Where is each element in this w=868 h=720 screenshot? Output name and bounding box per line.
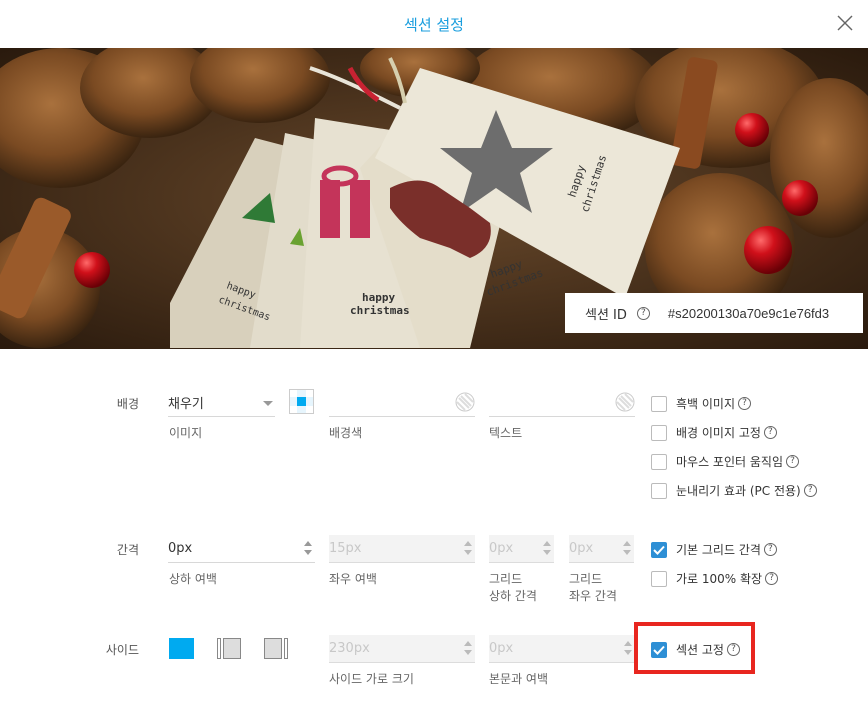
transparent-swatch-icon	[455, 392, 475, 412]
check-icon	[653, 545, 665, 555]
checkbox[interactable]	[651, 570, 667, 587]
stepper-icon[interactable]	[463, 640, 473, 656]
side-width-caption: 사이드 가로 크기	[329, 672, 414, 686]
option-fixed-bg[interactable]: 배경 이미지 고정 ?	[651, 424, 777, 441]
horizontal-padding-caption: 좌우 여백	[329, 572, 377, 586]
fill-select[interactable]: 채우기	[168, 389, 275, 417]
stepper-icon[interactable]	[542, 540, 552, 556]
caption-line: 그리드	[489, 572, 523, 586]
option-label: 눈내리기 효과 (PC 전용)	[676, 484, 801, 498]
section-id-box: 섹션 ID ? #s20200130a70e9c1e76fd3	[565, 293, 863, 333]
caption-line: 상하 간격	[489, 589, 537, 603]
option-mouse-parallax[interactable]: 마우스 포인터 움직임 ?	[651, 453, 799, 470]
transparent-swatch-icon	[615, 392, 635, 412]
option-label: 기본 그리드 간격	[676, 543, 761, 557]
side-left-option[interactable]	[217, 638, 241, 659]
stepper-icon[interactable]	[622, 540, 632, 556]
option-label: 배경 이미지 고정	[676, 426, 761, 440]
checkbox[interactable]	[651, 395, 667, 412]
checkbox[interactable]	[651, 424, 667, 441]
help-icon[interactable]: ?	[765, 572, 779, 585]
section-id-label: 섹션 ID	[585, 307, 627, 323]
background-row-label: 배경	[116, 397, 139, 411]
help-icon[interactable]: ?	[636, 306, 650, 320]
option-full-width[interactable]: 가로 100% 확장 ?	[651, 570, 779, 587]
image-picker-button[interactable]	[289, 389, 314, 414]
highlight-box	[634, 622, 755, 674]
side-margin-caption: 본문과 여백	[489, 672, 549, 686]
section-id-value[interactable]: #s20200130a70e9c1e76fd3	[668, 306, 829, 321]
checkbox[interactable]	[651, 453, 667, 470]
stepper-icon[interactable]	[463, 540, 473, 556]
grid-icon	[290, 390, 313, 413]
grid-vertical-gap-input[interactable]: 0px	[489, 535, 554, 563]
checkbox-checked[interactable]	[651, 541, 667, 558]
checkbox[interactable]	[651, 482, 667, 499]
option-grayscale[interactable]: 흑백 이미지 ?	[651, 395, 752, 412]
chevron-down-icon	[263, 401, 273, 406]
help-icon[interactable]: ?	[738, 397, 752, 410]
section-background-image: happy christmas happy christmas happy ch…	[0, 48, 868, 349]
bg-color-field[interactable]	[329, 389, 475, 417]
layout-left-icon	[217, 638, 241, 659]
side-row-label: 사이드	[105, 643, 139, 657]
vertical-padding-input[interactable]: 0px	[168, 535, 315, 563]
grid-horizontal-gap-caption: 그리드 좌우 간격	[569, 571, 617, 605]
option-default-grid-gap[interactable]: 기본 그리드 간격 ?	[651, 541, 777, 558]
side-none-option[interactable]	[169, 638, 194, 659]
fill-caption: 이미지	[169, 426, 203, 440]
option-label: 마우스 포인터 움직임	[676, 455, 783, 469]
text-color-caption: 텍스트	[489, 426, 523, 440]
dialog-header: 섹션 설정	[0, 0, 868, 48]
side-margin-input[interactable]: 0px	[489, 635, 635, 663]
help-icon[interactable]: ?	[786, 455, 799, 468]
caption-line: 그리드	[569, 572, 603, 586]
side-right-option[interactable]	[264, 638, 288, 659]
close-icon	[837, 15, 853, 31]
layout-right-icon	[264, 638, 288, 659]
tag-text-3: happy	[362, 291, 395, 304]
option-label: 흑백 이미지	[676, 397, 736, 411]
tag-text-4: christmas	[350, 304, 410, 317]
spacing-row-label: 간격	[116, 543, 139, 557]
help-icon[interactable]: ?	[803, 484, 817, 497]
grid-horizontal-gap-input[interactable]: 0px	[569, 535, 634, 563]
option-label: 가로 100% 확장	[676, 572, 763, 586]
help-icon[interactable]: ?	[763, 426, 777, 439]
vertical-padding-caption: 상하 여백	[169, 572, 217, 586]
stepper-icon[interactable]	[303, 540, 313, 556]
side-width-input[interactable]: 230px	[329, 635, 475, 663]
horizontal-padding-input[interactable]: 15px	[329, 535, 475, 563]
close-button[interactable]	[834, 12, 856, 34]
grid-vertical-gap-caption: 그리드 상하 간격	[489, 571, 537, 605]
caption-line: 좌우 간격	[569, 589, 617, 603]
dialog-title: 섹션 설정	[404, 16, 464, 34]
stepper-icon[interactable]	[623, 640, 633, 656]
text-color-field[interactable]	[489, 389, 635, 417]
option-snow-effect[interactable]: 눈내리기 효과 (PC 전용) ?	[651, 482, 817, 499]
fill-select-value: 채우기	[168, 397, 204, 412]
help-icon[interactable]: ?	[763, 543, 777, 556]
bg-color-caption: 배경색	[329, 426, 363, 440]
